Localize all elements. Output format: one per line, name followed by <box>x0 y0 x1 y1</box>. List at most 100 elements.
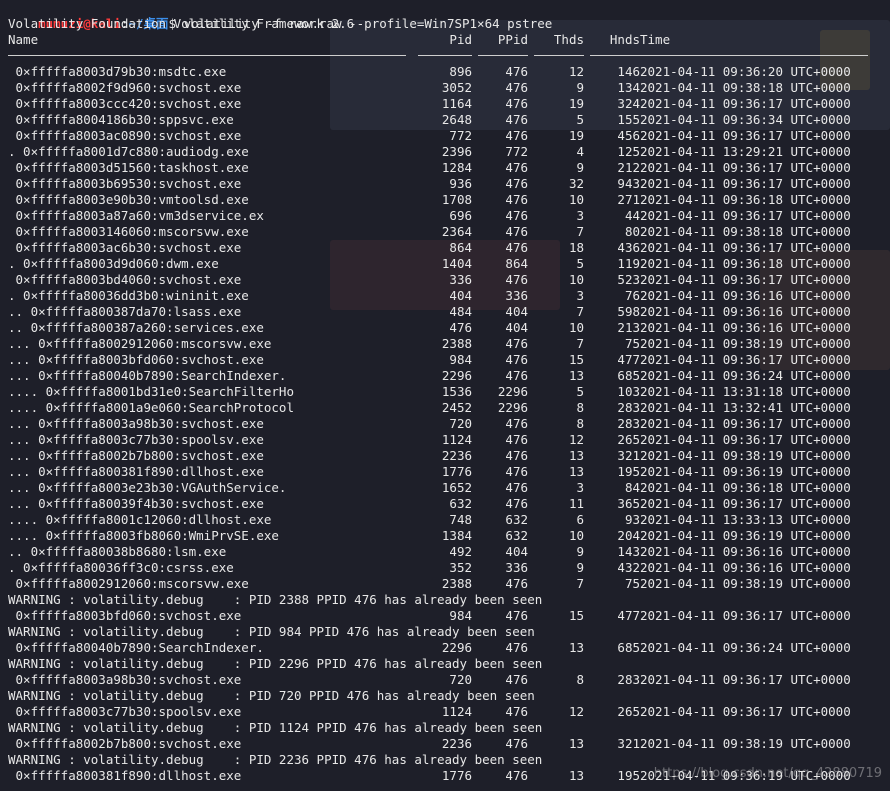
process-row: ... 0×fffffa8002b7b800:svchost.exe 2236 47… <box>8 448 890 464</box>
process-ppid: 864 <box>505 256 528 271</box>
process-handles: 75 <box>624 336 640 351</box>
process-handles: 436 <box>617 240 640 255</box>
separator-pid <box>418 55 472 56</box>
process-threads: 13 <box>568 640 584 655</box>
column-pid-header: Pid <box>449 32 472 47</box>
process-row: 0×fffffa8002b7b800:svchost.exe 2236 476 13 3… <box>8 736 890 752</box>
process-ppid: 476 <box>505 176 528 191</box>
process-handles: 143 <box>617 544 640 559</box>
process-name: 0×fffffa8003ac6b30:svchost.exe <box>8 240 242 255</box>
process-time: 2021-04-11 09:36:16 UTC+0000 <box>640 560 851 575</box>
column-hnds-header: Hnds <box>609 32 640 47</box>
process-pid: 2364 <box>441 224 472 239</box>
process-handles: 80 <box>624 224 640 239</box>
process-threads: 10 <box>568 192 584 207</box>
process-ppid: 476 <box>505 352 528 367</box>
process-ppid: 404 <box>505 544 528 559</box>
process-handles: 134 <box>617 80 640 95</box>
process-handles: 265 <box>617 704 640 719</box>
process-handles: 477 <box>617 352 640 367</box>
column-name-header: Name <box>8 32 39 47</box>
process-handles: 44 <box>624 208 640 223</box>
separator-hnds <box>590 55 640 56</box>
process-time: 2021-04-11 09:36:18 UTC+0000 <box>640 480 851 495</box>
process-ppid: 404 <box>505 304 528 319</box>
process-threads: 10 <box>568 320 584 335</box>
process-name: ... 0×fffffa8003a98b30:svchost.exe <box>8 416 264 431</box>
process-row: 0×fffffa8003ac0890:svchost.exe 772 476 19 45… <box>8 128 890 144</box>
process-name: .... 0×fffffa8001a9e060:SearchProtocol <box>8 400 294 415</box>
process-time: 2021-04-11 09:36:17 UTC+0000 <box>640 208 851 223</box>
process-pid: 720 <box>449 672 472 687</box>
process-handles: 283 <box>617 416 640 431</box>
column-time-header: Time <box>640 32 671 47</box>
process-row: .. 0×fffffa80038b8680:lsm.exe 492 404 9 143 2… <box>8 544 890 560</box>
process-ppid: 632 <box>505 512 528 527</box>
process-threads: 13 <box>568 768 584 783</box>
process-pid: 2388 <box>441 336 472 351</box>
process-handles: 283 <box>617 400 640 415</box>
process-time: 2021-04-11 09:36:17 UTC+0000 <box>640 272 851 287</box>
process-handles: 204 <box>617 528 640 543</box>
process-threads: 15 <box>568 352 584 367</box>
process-name: 0×fffffa8003ccc420:svchost.exe <box>8 96 242 111</box>
process-row: ... 0×fffffa8003c77b30:spoolsv.exe 1124 47… <box>8 432 890 448</box>
process-pid: 936 <box>449 176 472 191</box>
process-row: . 0×fffffa80036ff3c0:csrss.exe 352 336 9 432… <box>8 560 890 576</box>
process-handles: 271 <box>617 192 640 207</box>
process-time: 2021-04-11 09:36:16 UTC+0000 <box>640 320 851 335</box>
process-pid: 2296 <box>441 640 472 655</box>
process-name: 0×fffffa8003d51560:taskhost.exe <box>8 160 249 175</box>
process-time: 2021-04-11 09:36:17 UTC+0000 <box>640 672 851 687</box>
process-threads: 12 <box>568 704 584 719</box>
process-handles: 321 <box>617 448 640 463</box>
process-time: 2021-04-11 09:36:17 UTC+0000 <box>640 176 851 191</box>
process-ppid: 476 <box>505 576 528 591</box>
process-name: . 0×fffffa8001d7c880:audiodg.exe <box>8 144 249 159</box>
process-handles: 119 <box>617 256 640 271</box>
process-name: ... 0×fffffa8002912060:mscorsvw.exe <box>8 336 272 351</box>
process-threads: 9 <box>576 560 584 575</box>
process-row: .... 0×fffffa8003fb8060:WmiPrvSE.exe 1384… <box>8 528 890 544</box>
process-row: 0×fffffa8003e90b30:vmtoolsd.exe 1708 476 10… <box>8 192 890 208</box>
process-threads: 13 <box>568 448 584 463</box>
process-pid: 2388 <box>441 576 472 591</box>
process-handles: 103 <box>617 384 640 399</box>
process-ppid: 476 <box>505 480 528 495</box>
process-row: .. 0×fffffa800387da70:lsass.exe 484 404 7 59… <box>8 304 890 320</box>
process-ppid: 476 <box>505 672 528 687</box>
process-ppid: 476 <box>505 496 528 511</box>
terminal-window[interactable]: mumuzi@kali:~/桌面$ volatility -f raw.raw … <box>0 0 890 791</box>
process-threads: 18 <box>568 240 584 255</box>
process-name: .. 0×fffffa80038b8680:lsm.exe <box>8 544 227 559</box>
process-ppid: 476 <box>505 96 528 111</box>
process-ppid: 476 <box>505 448 528 463</box>
process-row: 0×fffffa8003ac6b30:svchost.exe 864 476 18 43… <box>8 240 890 256</box>
process-name: 0×fffffa8003bd4060:svchost.exe <box>8 272 242 287</box>
process-time: 2021-04-11 09:36:20 UTC+0000 <box>640 64 851 79</box>
process-threads: 13 <box>568 736 584 751</box>
warning-line: WARNING : volatility.debug : PID 2296 PP… <box>8 656 543 671</box>
process-pid: 352 <box>449 560 472 575</box>
process-name: .... 0×fffffa8003fb8060:WmiPrvSE.exe <box>8 528 279 543</box>
process-row: .... 0×fffffa8001bd31e0:SearchFilterHo 15… <box>8 384 890 400</box>
process-pid: 336 <box>449 272 472 287</box>
process-ppid: 476 <box>505 464 528 479</box>
process-handles: 76 <box>624 288 640 303</box>
process-pid: 1124 <box>441 432 472 447</box>
process-pid: 484 <box>449 304 472 319</box>
column-thds-header: Thds <box>553 32 584 47</box>
process-name: 0×fffffa8003ac0890:svchost.exe <box>8 128 242 143</box>
process-threads: 4 <box>576 144 584 159</box>
process-row: 0×fffffa8003d79b30:msdtc.exe 896 476 12 146 2… <box>8 64 890 80</box>
process-ppid: 476 <box>505 416 528 431</box>
process-handles: 324 <box>617 96 640 111</box>
process-handles: 523 <box>617 272 640 287</box>
process-ppid: 476 <box>505 80 528 95</box>
process-handles: 195 <box>617 768 640 783</box>
process-time: 2021-04-11 09:36:18 UTC+0000 <box>640 192 851 207</box>
process-threads: 5 <box>576 384 584 399</box>
process-handles: 477 <box>617 608 640 623</box>
process-pid: 2236 <box>441 736 472 751</box>
process-row: . 0×fffffa8003d9d060:dwm.exe 1404 864 5 119 2… <box>8 256 890 272</box>
